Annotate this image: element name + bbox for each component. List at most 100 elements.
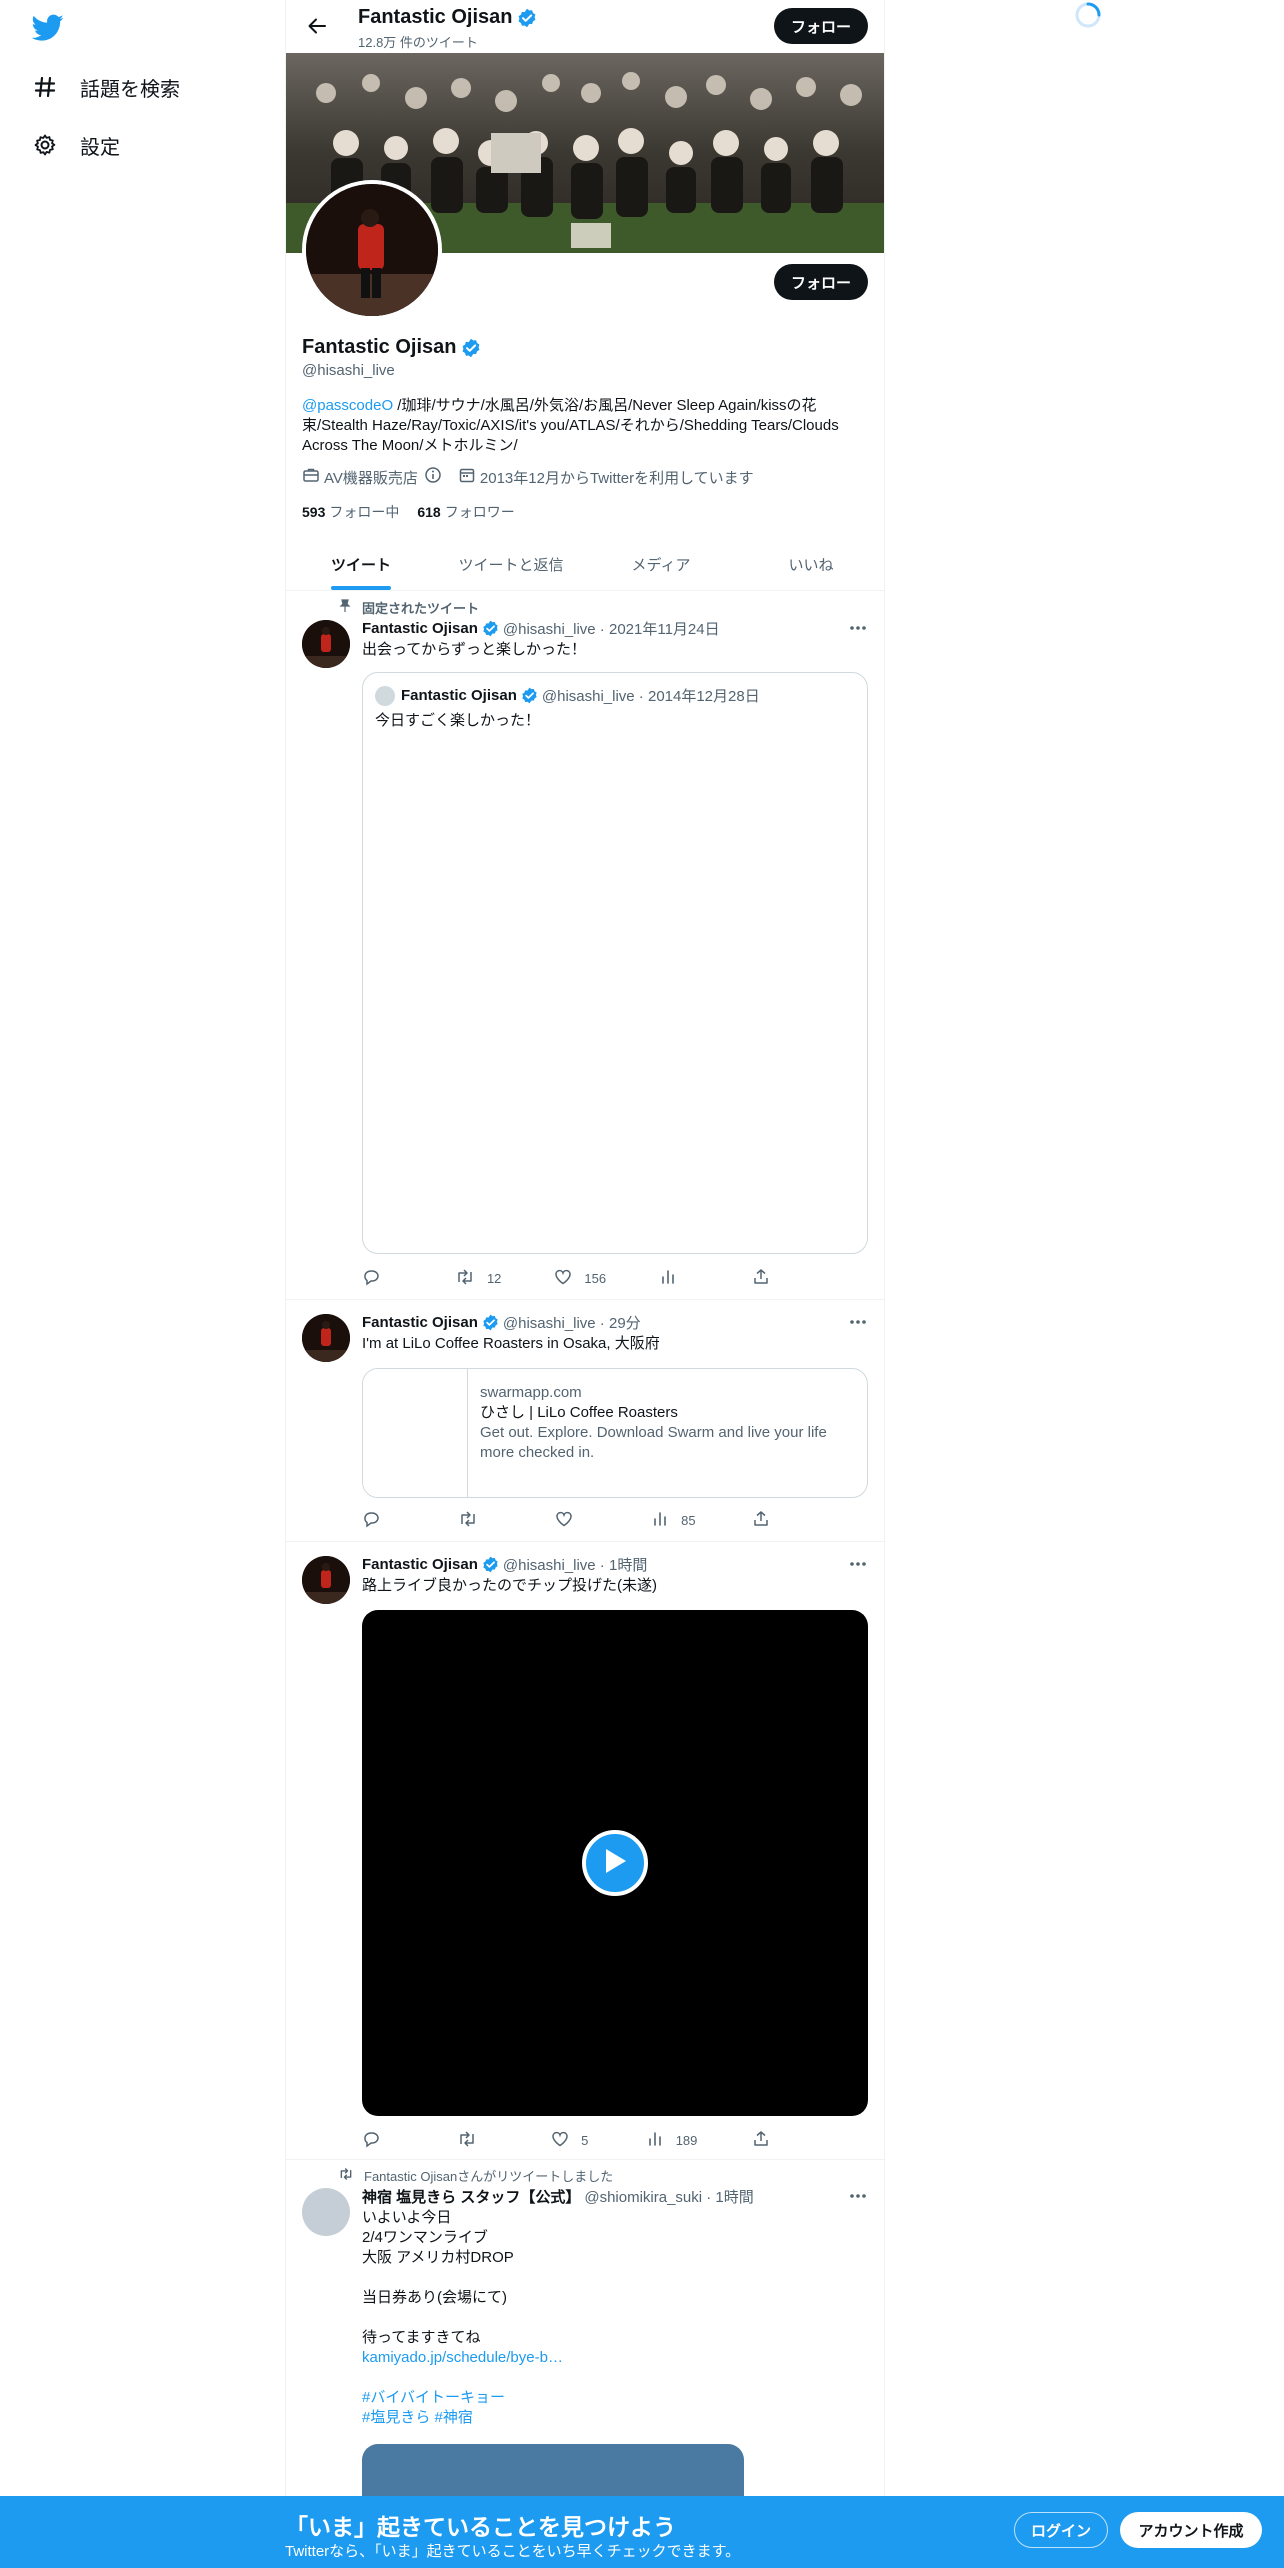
following-link[interactable]: 593 フォロー中 <box>302 502 399 522</box>
tweet-hashtag[interactable]: #塩見きら #神宿 <box>362 2408 867 2428</box>
share-icon <box>752 2130 770 2151</box>
like-button[interactable] <box>555 1510 595 1530</box>
followers-count: 618 <box>417 504 441 520</box>
share-button[interactable] <box>752 2130 792 2150</box>
link-card[interactable]: swarmapp.com ひさし | LiLo Coffee Roasters … <box>362 1368 868 1498</box>
profile-avatar[interactable] <box>302 180 442 320</box>
tweet-author-name[interactable]: Fantastic Ojisan <box>362 620 478 637</box>
sidebar-item-explore[interactable]: 話題を検索 <box>32 62 180 112</box>
main-column: Fantastic Ojisan 12.8万 件のツイート フォロー フォロー … <box>285 0 885 2568</box>
tweet-item[interactable]: Fantastic Ojisan @hisashi_live · 29分 I'm… <box>286 1300 884 1542</box>
like-button[interactable]: 156 <box>554 1268 606 1288</box>
reply-button[interactable] <box>362 1268 402 1288</box>
retweet-context: Fantastic Ojisanさんがリツイートしました <box>338 2166 613 2185</box>
sidebar-item-settings[interactable]: 設定 <box>32 120 120 170</box>
tweet-author-name[interactable]: Fantastic Ojisan <box>362 1314 478 1331</box>
profile-follow-button[interactable]: フォロー <box>774 264 868 300</box>
more-options-icon[interactable] <box>846 1312 870 1332</box>
like-button[interactable]: 5 <box>551 2130 591 2150</box>
views-button[interactable]: 85 <box>651 1510 696 1530</box>
retweet-icon <box>338 2167 364 2184</box>
quoted-tweet[interactable]: Fantastic Ojisan @hisashi_live · 2014年12… <box>362 672 868 1254</box>
briefcase-icon <box>302 466 324 488</box>
avatar[interactable] <box>302 620 350 668</box>
verified-badge-icon <box>517 8 537 28</box>
sidebar-item-label: 話題を検索 <box>80 78 180 101</box>
tweet-author-name[interactable]: Fantastic Ojisan <box>362 1556 478 1573</box>
profile-header: Fantastic Ojisan 12.8万 件のツイート フォロー <box>286 0 884 53</box>
profile-handle: @hisashi_live <box>302 362 395 379</box>
views-button[interactable]: 189 <box>646 2130 698 2150</box>
tweet-author-name[interactable]: 神宿 塩見きら スタッフ【公式】 <box>362 2186 580 2207</box>
header-follow-button[interactable]: フォロー <box>774 8 868 44</box>
tweet-text: 出会ってからずっと楽しかった！ <box>362 641 586 658</box>
play-button[interactable] <box>582 1830 648 1896</box>
reply-button[interactable] <box>362 1510 402 1530</box>
header-name: Fantastic Ojisan <box>358 6 513 28</box>
profile-tabs: ツイート ツイートと返信 メディア いいね <box>286 538 884 591</box>
avatar[interactable] <box>302 2188 350 2236</box>
left-nav: 話題を検索 設定 <box>0 0 285 2568</box>
profile-joined: 2013年12月からTwitterを利用しています <box>458 466 754 488</box>
tweet-text: いよいよ今日 2/4ワンマンライブ 大阪 アメリカ村DROP 当日券あり(会場に… <box>362 2209 514 2346</box>
tab-media[interactable]: メディア <box>586 538 736 590</box>
card-domain: swarmapp.com <box>479 1384 582 1401</box>
more-options-icon[interactable] <box>846 2186 870 2206</box>
twitter-logo-icon[interactable] <box>31 14 64 42</box>
tab-likes[interactable]: いいね <box>736 538 884 590</box>
bio-mention-link[interactable]: @passcodeO <box>302 397 393 414</box>
retweet-button[interactable] <box>457 2130 497 2150</box>
sidebar-item-label: 設定 <box>80 136 120 159</box>
more-options-icon[interactable] <box>846 1554 870 1574</box>
quote-header: Fantastic Ojisan @hisashi_live · 2014年12… <box>375 685 760 706</box>
tweet-count: 12.8万 件のツイート <box>358 35 478 50</box>
pinned-label: 固定されたツイート <box>362 601 480 616</box>
retweet-icon <box>457 2130 477 2151</box>
views-button[interactable] <box>659 1268 699 1288</box>
profile-name-text: Fantastic Ojisan <box>302 336 457 358</box>
views-count: 189 <box>675 2132 698 2148</box>
retweeted-by-label[interactable]: Fantastic Ojisanさんがリツイートしました <box>364 2166 613 2185</box>
info-icon[interactable] <box>424 466 446 488</box>
share-button[interactable] <box>752 1268 792 1288</box>
quote-text: 今日すごく楽しかった！ <box>375 712 541 729</box>
follow-counts: 593 フォロー中 618 フォロワー <box>302 502 533 522</box>
tweet-item[interactable]: 固定されたツイート Fantastic Ojisan @hisashi_live… <box>286 592 884 1300</box>
loading-spinner-icon <box>1074 1 1102 29</box>
like-count: 5 <box>581 2132 589 2148</box>
share-icon <box>752 1510 770 1531</box>
header-title: Fantastic Ojisan <box>358 6 537 29</box>
tweet-link[interactable]: kamiyado.jp/schedule/bye-b… <box>362 2348 867 2368</box>
tweet-text: 路上ライブ良かったのでチップ投げた(未遂) <box>362 1577 657 1594</box>
avatar[interactable] <box>302 1314 350 1362</box>
following-count: 593 <box>302 504 326 520</box>
signup-button[interactable]: アカウント作成 <box>1120 2512 1262 2548</box>
gear-icon <box>32 132 58 158</box>
reply-button[interactable] <box>362 2130 402 2150</box>
arrow-left-icon <box>307 16 327 41</box>
tab-tweets[interactable]: ツイート <box>286 538 436 590</box>
card-description: Get out. Explore. Download Swarm and liv… <box>479 1424 827 1461</box>
share-button[interactable] <box>752 1510 792 1530</box>
tweet-hashtag[interactable]: #バイバイトーキョー <box>362 2388 867 2408</box>
more-options-icon[interactable] <box>846 618 870 638</box>
tab-tweets-replies[interactable]: ツイートと返信 <box>436 538 586 590</box>
retweet-button[interactable]: 12 <box>455 1268 501 1288</box>
back-button[interactable] <box>300 11 334 45</box>
reply-icon <box>362 1510 380 1531</box>
tweet-item[interactable]: Fantastic Ojisan @hisashi_live · 1時間 路上ラ… <box>286 1542 884 2160</box>
card-title: ひさし | LiLo Coffee Roasters <box>479 1404 678 1421</box>
retweet-count: 12 <box>486 1270 502 1286</box>
tweet-header: Fantastic Ojisan @hisashi_live · 29分 <box>362 1312 641 1333</box>
followers-link[interactable]: 618 フォロワー <box>417 502 514 522</box>
views-count: 85 <box>681 1512 696 1528</box>
avatar[interactable] <box>302 1556 350 1604</box>
signup-banner: 「いま」起きていることを見つけよう Twitterなら、「いま」起きていることを… <box>0 2496 1284 2568</box>
verified-badge-icon <box>482 1314 499 1331</box>
video-player[interactable] <box>362 1610 868 2116</box>
tweet-header: Fantastic Ojisan @hisashi_live · 2021年11… <box>362 618 720 639</box>
pinned-context: 固定されたツイート <box>338 598 479 617</box>
tweet-actions: 5 189 <box>362 2130 792 2150</box>
login-button[interactable]: ログイン <box>1014 2512 1108 2548</box>
retweet-button[interactable] <box>458 1510 498 1530</box>
